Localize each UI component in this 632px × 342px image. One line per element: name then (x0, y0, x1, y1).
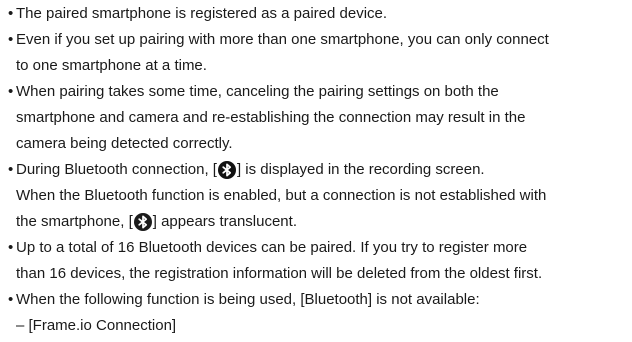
bullet: • (8, 5, 14, 22)
bullet: • (8, 291, 14, 308)
bullet: • (8, 239, 14, 256)
list-item-continuation: When the Bluetooth function is enabled, … (0, 184, 632, 208)
list-item-continuation: to one smartphone at a time. (0, 54, 632, 78)
list-item-text: The paired smartphone is registered as a… (16, 5, 388, 22)
bullet: • (8, 31, 14, 48)
bluetooth-icon (133, 213, 152, 231)
list-item-text: to one smartphone at a time. (16, 57, 207, 74)
bullet: • (8, 161, 14, 178)
list-item: • Even if you set up pairing with more t… (0, 28, 632, 52)
list-item-text: camera being detected correctly. (16, 135, 233, 152)
list-item-continuation: smartphone and camera and re-establishin… (0, 106, 632, 130)
list-item-text: Up to a total of 16 Bluetooth devices ca… (16, 239, 528, 256)
sub-item-text: – [Frame.io Connection] (16, 317, 177, 334)
list-item: • When the following function is being u… (0, 288, 632, 312)
list-item-continuation: the smartphone, [ ] appears translucent. (0, 210, 632, 234)
text-segment: During Bluetooth connection, [ (16, 161, 217, 178)
list-item: • During Bluetooth connection, [ ] is dis… (0, 158, 632, 182)
list-item-text: When the following function is being use… (16, 291, 480, 308)
list-item-continuation: camera being detected correctly. (0, 132, 632, 156)
bluetooth-icon (217, 161, 236, 179)
list-item-text: Even if you set up pairing with more tha… (16, 31, 549, 48)
list-item-text: During Bluetooth connection, [ ] is displ… (16, 158, 485, 182)
list-item-text: smartphone and camera and re-establishin… (16, 109, 526, 126)
text-segment: ] is displayed in the recording screen. (236, 161, 485, 178)
text-segment: the smartphone, [ (16, 213, 133, 230)
text-segment: ] appears translucent. (152, 213, 297, 230)
document-body: • The paired smartphone is registered as… (0, 0, 632, 342)
list-item-text: When the Bluetooth function is enabled, … (16, 187, 547, 204)
bullet: • (8, 83, 14, 100)
list-item-continuation: than 16 devices, the registration inform… (0, 262, 632, 286)
list-item-continuation: – [Frame.io Connection] (0, 314, 632, 338)
list-item: • When pairing takes some time, cancelin… (0, 80, 632, 104)
list-item-text: than 16 devices, the registration inform… (16, 265, 543, 282)
list-item: • The paired smartphone is registered as… (0, 2, 632, 26)
list-item: • Up to a total of 16 Bluetooth devices … (0, 236, 632, 260)
list-item-text: When pairing takes some time, canceling … (16, 83, 499, 100)
list-item-text: the smartphone, [ ] appears translucent. (16, 210, 297, 234)
